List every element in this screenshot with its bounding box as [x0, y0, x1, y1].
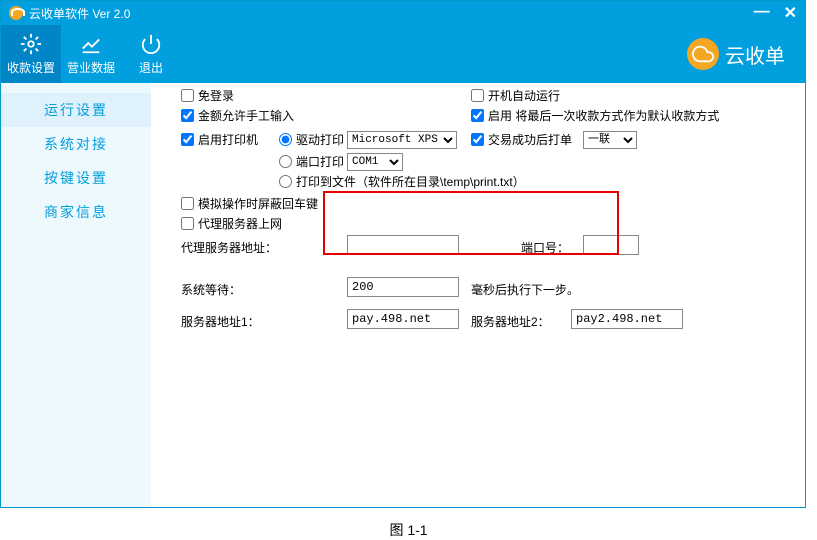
toolbar-label: 收款设置	[7, 59, 55, 76]
checkbox-label: 代理服务器上网	[198, 215, 282, 232]
radio-port-print[interactable]: 端口打印	[279, 153, 344, 170]
input-server1[interactable]	[347, 309, 459, 329]
checkbox-proxy[interactable]: 代理服务器上网	[181, 215, 282, 232]
input-proxy-addr[interactable]	[347, 235, 459, 255]
checkbox-trans-print[interactable]: 交易成功后打单	[471, 131, 572, 148]
brand-cloud-icon	[687, 38, 719, 70]
checkbox-input[interactable]	[181, 217, 194, 230]
app-icon	[9, 6, 23, 20]
gear-icon	[20, 33, 42, 55]
window-title: 云收单软件 Ver 2.0	[29, 5, 130, 22]
input-sys-wait[interactable]	[347, 277, 459, 297]
power-icon	[140, 33, 162, 55]
radio-label: 驱动打印	[296, 131, 344, 148]
checkbox-input[interactable]	[181, 197, 194, 210]
checkbox-auto-start[interactable]: 开机自动运行	[471, 87, 560, 104]
toolbar-button-settings[interactable]: 收款设置	[1, 25, 61, 83]
toolbar-button-data[interactable]: 营业数据	[61, 25, 121, 83]
radio-label: 打印到文件（软件所在目录\temp\print.txt）	[296, 173, 525, 190]
chart-icon	[80, 33, 102, 55]
label-proxy-addr: 代理服务器地址：	[181, 239, 277, 256]
select-com-port[interactable]: COM1	[347, 153, 403, 171]
toolbar-label: 退出	[139, 59, 163, 76]
label-server1: 服务器地址1：	[181, 313, 260, 330]
radio-driver-print[interactable]: 驱动打印	[279, 131, 344, 148]
minimize-button[interactable]: —	[754, 3, 770, 23]
select-copies[interactable]: 一联	[583, 131, 637, 149]
brand-text: 云收单	[725, 40, 785, 69]
toolbar: 收款设置 营业数据 退出 云收单	[1, 25, 805, 83]
select-printer[interactable]: Microsoft XPS D	[347, 131, 457, 149]
radio-input[interactable]	[279, 133, 292, 146]
checkbox-input[interactable]	[471, 109, 484, 122]
checkbox-default-pay[interactable]: 启用 将最后一次收款方式作为默认收款方式	[471, 107, 719, 124]
content-pane: 免登录 开机自动运行 金额允许手工输入 启用 将最后一次收款方式作为默认收款方式…	[151, 83, 805, 507]
figure-caption: 图 1-1	[0, 520, 817, 540]
checkbox-label: 金额允许手工输入	[198, 107, 294, 124]
checkbox-enable-printer[interactable]: 启用打印机	[181, 131, 258, 148]
checkbox-input[interactable]	[181, 89, 194, 102]
checkbox-free-login[interactable]: 免登录	[181, 87, 234, 104]
checkbox-label: 开机自动运行	[488, 87, 560, 104]
app-window: 云收单软件 Ver 2.0 — ✕ 收款设置 营业数据 退出	[0, 0, 806, 508]
sidebar-item-system-connect[interactable]: 系统对接	[1, 127, 151, 161]
input-port[interactable]	[583, 235, 639, 255]
checkbox-label: 交易成功后打单	[488, 131, 572, 148]
radio-label: 端口打印	[296, 153, 344, 170]
brand: 云收单	[687, 38, 785, 70]
checkbox-label: 免登录	[198, 87, 234, 104]
sidebar-item-key-settings[interactable]: 按键设置	[1, 161, 151, 195]
checkbox-input[interactable]	[181, 109, 194, 122]
label-sys-wait: 系统等待：	[181, 281, 241, 298]
toolbar-button-exit[interactable]: 退出	[121, 25, 181, 83]
checkbox-label: 模拟操作时屏蔽回车键	[198, 195, 318, 212]
radio-input[interactable]	[279, 155, 292, 168]
checkbox-label: 启用 将最后一次收款方式作为默认收款方式	[488, 107, 719, 124]
label-sys-wait-suffix: 毫秒后执行下一步。	[471, 281, 579, 298]
label-port: 端口号：	[521, 239, 569, 256]
toolbar-label: 营业数据	[67, 59, 115, 76]
label-server2: 服务器地址2：	[471, 313, 550, 330]
checkbox-manual-amount[interactable]: 金额允许手工输入	[181, 107, 294, 124]
checkbox-input[interactable]	[471, 89, 484, 102]
titlebar: 云收单软件 Ver 2.0 — ✕	[1, 1, 805, 25]
checkbox-input[interactable]	[181, 133, 194, 146]
sidebar-item-merchant-info[interactable]: 商家信息	[1, 195, 151, 229]
radio-input[interactable]	[279, 175, 292, 188]
close-button[interactable]: ✕	[784, 3, 797, 23]
checkbox-input[interactable]	[471, 133, 484, 146]
input-server2[interactable]	[571, 309, 683, 329]
sidebar-item-run-settings[interactable]: 运行设置	[1, 93, 151, 127]
checkbox-mask-enter[interactable]: 模拟操作时屏蔽回车键	[181, 195, 318, 212]
checkbox-label: 启用打印机	[198, 131, 258, 148]
radio-print-to-file[interactable]: 打印到文件（软件所在目录\temp\print.txt）	[279, 173, 525, 190]
sidebar: 运行设置 系统对接 按键设置 商家信息	[1, 83, 151, 507]
